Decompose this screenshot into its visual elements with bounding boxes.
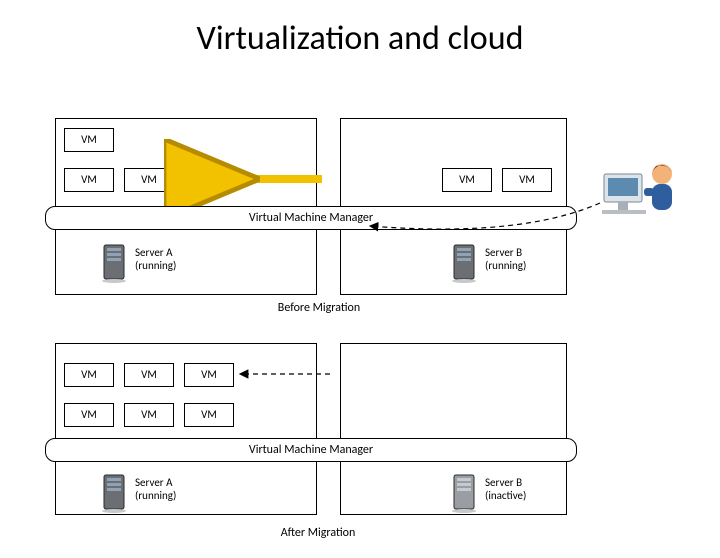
vm-box: VM [64,363,114,387]
page-title: Virtualization and cloud [0,18,720,59]
vm-box: VM [64,403,114,427]
server-icon [100,473,128,513]
vm-box: VM [64,128,114,152]
vmm-bar: Virtual Machine Manager [45,206,577,230]
stage-label-after: After Migration [258,526,378,540]
user-icon [600,158,682,233]
vm-box: VM [124,168,174,192]
vm-box: VM [502,168,552,192]
stage-label-before: Before Migration [258,300,380,316]
vm-box: VM [184,363,234,387]
vm-box: VM [124,363,174,387]
vm-box: VM [124,403,174,427]
server-icon [450,473,478,513]
vm-box: VM [184,168,234,192]
server-b-label: Server B(running) [485,246,526,272]
server-icon [100,243,128,283]
vmm-bar: Virtual Machine Manager [45,438,577,462]
server-icon [450,243,478,283]
vm-box: VM [64,168,114,192]
server-a-label-after: Server A(running) [135,476,176,502]
vm-box: VM [442,168,492,192]
server-a-label: Server A(running) [135,246,176,272]
vm-box: VM [184,403,234,427]
server-b-label-after: Server B(inactive) [485,476,526,502]
